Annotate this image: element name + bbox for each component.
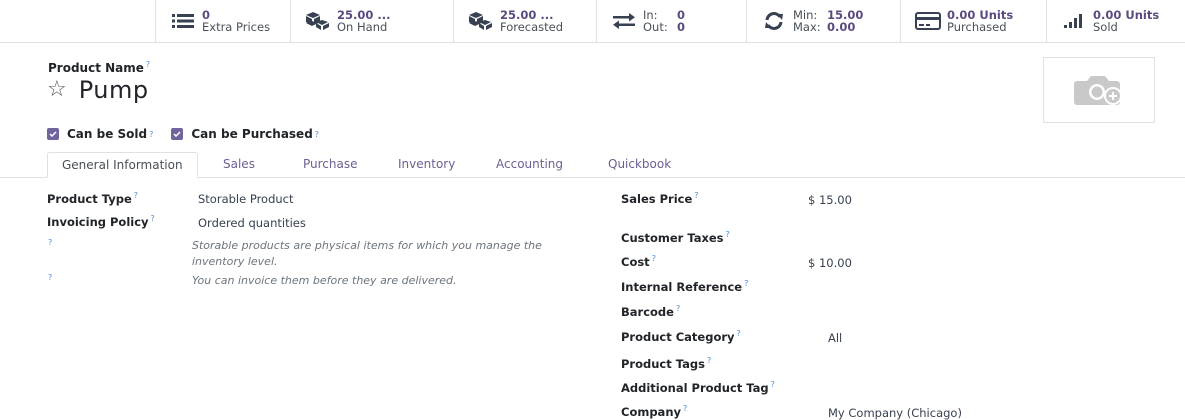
internal-reference-label: Internal Reference? bbox=[621, 279, 748, 294]
help-icon[interactable]: ? bbox=[149, 130, 153, 139]
help-icon[interactable]: ? bbox=[315, 130, 319, 139]
refresh-icon bbox=[757, 10, 791, 32]
product-type-label-text: Product Type bbox=[47, 191, 132, 206]
help-icon[interactable]: ? bbox=[726, 230, 730, 239]
tab-accounting[interactable]: Accounting bbox=[482, 152, 577, 177]
max-label: Max: bbox=[793, 20, 821, 34]
help-icon[interactable]: ? bbox=[744, 279, 748, 288]
customer-taxes-label: Customer Taxes? bbox=[621, 230, 730, 245]
tab-general-information[interactable]: General Information bbox=[47, 152, 198, 178]
purchased-button[interactable]: 0.00 Units Purchased bbox=[900, 0, 1046, 42]
product-tags-label-text: Product Tags bbox=[621, 356, 705, 371]
cost-label-text: Cost bbox=[621, 254, 650, 269]
help-icon[interactable]: ? bbox=[134, 191, 138, 200]
company-label-text: Company bbox=[621, 404, 681, 419]
product-name-label: Product Name? bbox=[48, 60, 150, 75]
help-icon[interactable]: ? bbox=[694, 191, 698, 200]
can-be-sold-checkbox[interactable]: Can be Sold? bbox=[47, 127, 153, 141]
product-name-label-text: Product Name bbox=[48, 61, 144, 75]
customer-taxes-label-text: Customer Taxes bbox=[621, 230, 724, 245]
forecasted-label: Forecasted bbox=[500, 20, 564, 34]
tab-purchase[interactable]: Purchase bbox=[289, 152, 372, 177]
product-type-label: Product Type? bbox=[47, 191, 138, 206]
product-tags-label: Product Tags? bbox=[621, 356, 711, 371]
extra-prices-label: Extra Prices bbox=[202, 20, 271, 34]
help-icon[interactable]: ? bbox=[771, 380, 775, 389]
in-out-button[interactable]: In: 0 Out: 0 bbox=[596, 0, 746, 42]
product-type-note: Storable products are physical items for… bbox=[192, 239, 542, 268]
signal-icon bbox=[1057, 10, 1091, 32]
additional-product-tag-label-text: Additional Product Tag bbox=[621, 380, 769, 395]
help-icon[interactable]: ? bbox=[707, 356, 711, 365]
tab-quickbook[interactable]: Quickbook bbox=[594, 152, 685, 177]
can-be-purchased-checkbox[interactable]: Can be Purchased? bbox=[171, 127, 319, 141]
invoicing-policy-note: You can invoice them before they are del… bbox=[192, 274, 457, 287]
internal-reference-label-text: Internal Reference bbox=[621, 279, 743, 294]
credit-card-icon bbox=[911, 10, 945, 32]
cubes-icon bbox=[464, 10, 498, 32]
cost-label: Cost? bbox=[621, 254, 656, 269]
on-hand-label: On Hand bbox=[337, 20, 388, 34]
checkbox-checked-icon[interactable] bbox=[171, 128, 184, 140]
exchange-icon bbox=[607, 10, 641, 32]
product-category-label: Product Category? bbox=[621, 329, 741, 344]
forecasted-button[interactable]: 25.00 ... Forecasted bbox=[453, 0, 596, 42]
help-icon[interactable]: ? bbox=[48, 273, 52, 282]
purchased-label: Purchased bbox=[947, 20, 1007, 34]
help-icon[interactable]: ? bbox=[683, 404, 687, 413]
invoicing-policy-label-text: Invoicing Policy bbox=[47, 214, 149, 229]
min-max-button[interactable]: Min: 15.00 Max: 0.00 bbox=[746, 0, 900, 42]
cost-field[interactable]: $ 10.00 bbox=[808, 256, 852, 270]
cubes-icon bbox=[301, 10, 335, 32]
sales-price-label-text: Sales Price bbox=[621, 191, 693, 206]
sales-price-label: Sales Price? bbox=[621, 191, 699, 206]
help-icon[interactable]: ? bbox=[146, 60, 150, 69]
camera-add-icon bbox=[1074, 76, 1122, 105]
title-row: ☆ Pump bbox=[47, 76, 149, 104]
smart-button-bar: 0 Extra Prices 25.00 ... On Hand 25.00 ...… bbox=[0, 0, 1185, 43]
sold-button[interactable]: 0.00 Units Sold bbox=[1046, 0, 1185, 42]
extra-prices-button[interactable]: 0 Extra Prices bbox=[155, 0, 290, 42]
help-icon[interactable]: ? bbox=[737, 329, 741, 338]
product-type-field[interactable]: Storable Product bbox=[198, 192, 294, 206]
out-label: Out: bbox=[643, 20, 668, 34]
sales-price-field[interactable]: $ 15.00 bbox=[808, 193, 852, 207]
product-category-label-text: Product Category bbox=[621, 329, 735, 344]
product-name-field[interactable]: Pump bbox=[79, 76, 149, 104]
product-image-upload[interactable] bbox=[1043, 57, 1155, 123]
tab-inventory[interactable]: Inventory bbox=[384, 152, 469, 177]
company-label: Company? bbox=[621, 404, 687, 419]
can-be-sold-label: Can be Sold bbox=[67, 127, 148, 141]
tab-sales[interactable]: Sales bbox=[209, 152, 269, 177]
star-icon[interactable]: ☆ bbox=[47, 79, 67, 101]
company-field[interactable]: My Company (Chicago) bbox=[828, 406, 962, 420]
on-hand-button[interactable]: 25.00 ... On Hand bbox=[290, 0, 453, 42]
out-value: 0 bbox=[677, 20, 686, 34]
barcode-label-text: Barcode bbox=[621, 304, 674, 319]
can-be-purchased-label: Can be Purchased bbox=[191, 127, 313, 141]
product-category-field[interactable]: All bbox=[828, 331, 842, 345]
max-value: 0.00 bbox=[827, 20, 856, 34]
help-icon[interactable]: ? bbox=[151, 214, 155, 223]
additional-product-tag-label: Additional Product Tag? bbox=[621, 380, 775, 395]
invoicing-policy-field[interactable]: Ordered quantities bbox=[198, 216, 306, 230]
barcode-label: Barcode? bbox=[621, 304, 680, 319]
invoicing-policy-label: Invoicing Policy? bbox=[47, 214, 155, 229]
help-icon[interactable]: ? bbox=[652, 254, 656, 263]
notebook-tabs: General Information Sales Purchase Inven… bbox=[0, 152, 1185, 178]
help-icon[interactable]: ? bbox=[48, 238, 52, 247]
checkbox-checked-icon[interactable] bbox=[47, 128, 59, 140]
sold-label: Sold bbox=[1093, 20, 1118, 34]
list-icon bbox=[166, 10, 200, 32]
help-icon[interactable]: ? bbox=[676, 304, 680, 313]
product-checkboxes: Can be Sold? Can be Purchased? bbox=[47, 127, 337, 141]
